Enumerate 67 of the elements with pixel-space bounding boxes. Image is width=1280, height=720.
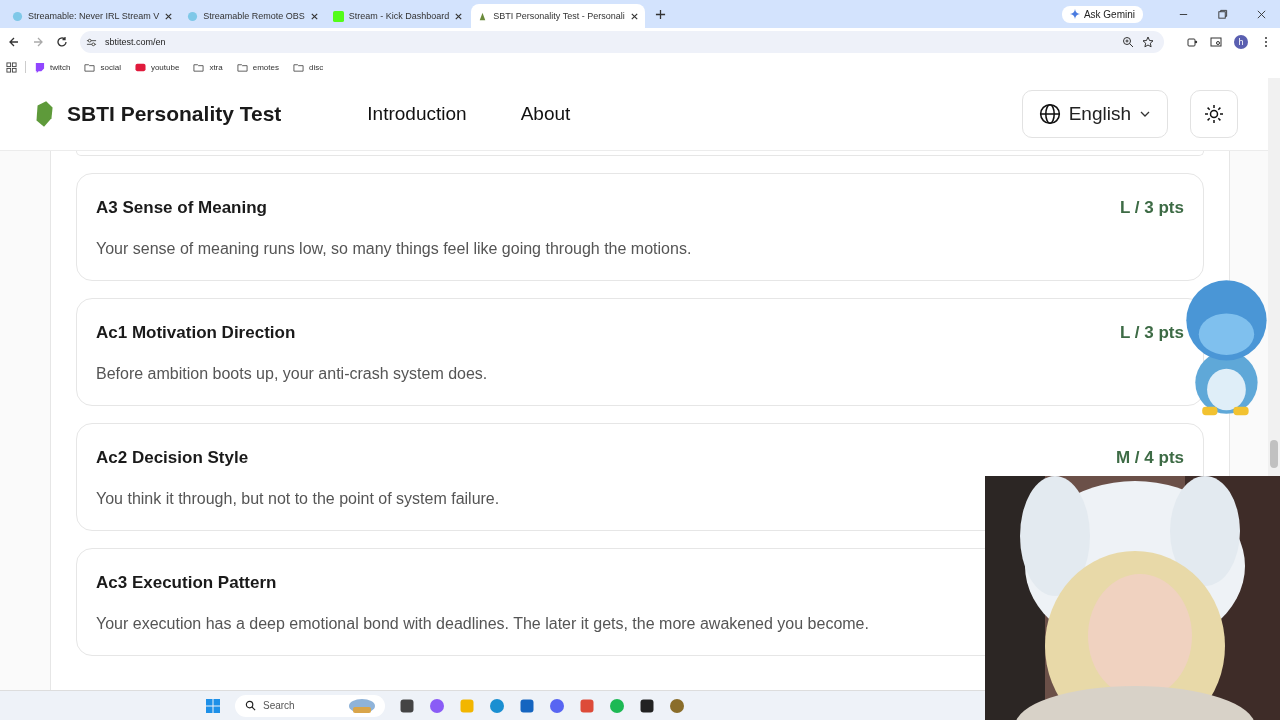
site-icon	[34, 61, 45, 73]
browser-tab[interactable]: SBTI Personality Test - Personali	[471, 4, 645, 28]
nav-link[interactable]: About	[520, 103, 571, 125]
star-icon[interactable]	[1142, 36, 1154, 48]
site-icon	[134, 61, 146, 73]
browser-tab[interactable]: Stream - Kick Dashboard	[326, 4, 470, 28]
tab-search-icon[interactable]	[1210, 36, 1222, 48]
site-settings-icon[interactable]	[86, 36, 97, 48]
folder-icon	[236, 61, 248, 73]
dimension-title: Ac2 Decision Style	[96, 448, 249, 468]
bookmark[interactable]: youtube	[134, 61, 180, 73]
nav-link[interactable]: Introduction	[367, 103, 467, 125]
dimension-description: Your sense of meaning runs low, so many things feel like going through the motions.	[96, 240, 693, 258]
dimension-title: Ac1 Motivation Direction	[96, 323, 296, 343]
search-highlight-icon	[347, 697, 377, 714]
bookmark[interactable]: emotes	[236, 61, 279, 73]
search-icon	[245, 700, 256, 711]
profile-avatar[interactable]: h	[1234, 35, 1248, 49]
site-name[interactable]: SBTI Personality Test	[67, 102, 282, 126]
bookmark[interactable]: social	[84, 61, 121, 73]
browser-tab[interactable]: Streamable: Never IRL Stream V	[6, 4, 180, 28]
folder-icon	[292, 61, 304, 73]
scrollbar-thumb[interactable]	[1270, 440, 1278, 468]
restore-icon[interactable]	[1217, 8, 1228, 20]
reload-icon[interactable]	[56, 36, 68, 48]
zoom-icon[interactable]	[1122, 36, 1134, 48]
theme-toggle-button[interactable]	[1190, 90, 1238, 138]
taskbar-search-field[interactable]: Search	[235, 694, 385, 717]
folder-icon	[193, 61, 205, 73]
sun-icon	[1204, 104, 1224, 124]
dimension-score: L / 3 pts	[1120, 198, 1184, 218]
dimension-description: Your execution has a deep emotional bond with deadlines. The later it gets, the more awakened you become.	[96, 615, 870, 633]
globe-icon	[1038, 103, 1061, 125]
tab-title: Stream - Kick Dashboard	[348, 11, 450, 21]
dimension-score: M / 4 pts	[1116, 448, 1184, 468]
bookmark[interactable]: disc	[292, 61, 324, 73]
sparkle-icon	[1069, 9, 1080, 19]
favicon-icon	[332, 10, 344, 22]
ask-gemini-button[interactable]: Ask Gemini	[1061, 5, 1143, 23]
dimension-description: Before ambition boots up, your anti-crash system does.	[96, 365, 489, 383]
start-icon[interactable]	[205, 697, 221, 714]
bookmark[interactable]: twitch	[34, 61, 71, 73]
dimension-title: A3 Sense of Meaning	[96, 198, 267, 218]
tab-title: Streamable Remote OBS	[203, 11, 305, 21]
language-dropdown[interactable]: English	[1021, 90, 1168, 138]
close-icon[interactable]	[1256, 8, 1267, 20]
dimension-description: You think it through, but not to the point of system failure.	[96, 490, 501, 508]
puzzle-icon[interactable]	[1186, 36, 1198, 48]
folder-icon	[84, 61, 96, 73]
close-icon[interactable]	[629, 11, 639, 21]
browser-tab[interactable]: Streamable Remote OBS	[181, 4, 325, 28]
favicon-icon	[12, 10, 23, 22]
close-icon[interactable]	[309, 11, 319, 21]
favicon-icon	[187, 10, 199, 22]
tab-title: SBTI Personality Test - Personali	[493, 11, 625, 21]
new-tab-icon[interactable]	[654, 8, 666, 20]
apps-icon[interactable]	[6, 61, 17, 73]
close-icon[interactable]	[454, 11, 464, 21]
app-icon[interactable]	[639, 697, 655, 714]
dimension-score: L / 3 pts	[1120, 323, 1184, 343]
app-icon[interactable]	[399, 697, 415, 714]
back-icon[interactable]	[8, 36, 20, 48]
dimension-title: Ac3 Execution Pattern	[96, 573, 277, 593]
bookmark[interactable]: xtra	[193, 61, 223, 73]
close-icon[interactable]	[164, 11, 174, 21]
tab-title: Streamable: Never IRL Stream V	[28, 11, 160, 21]
address-field[interactable]: sbtitest.com/en	[80, 31, 1164, 53]
